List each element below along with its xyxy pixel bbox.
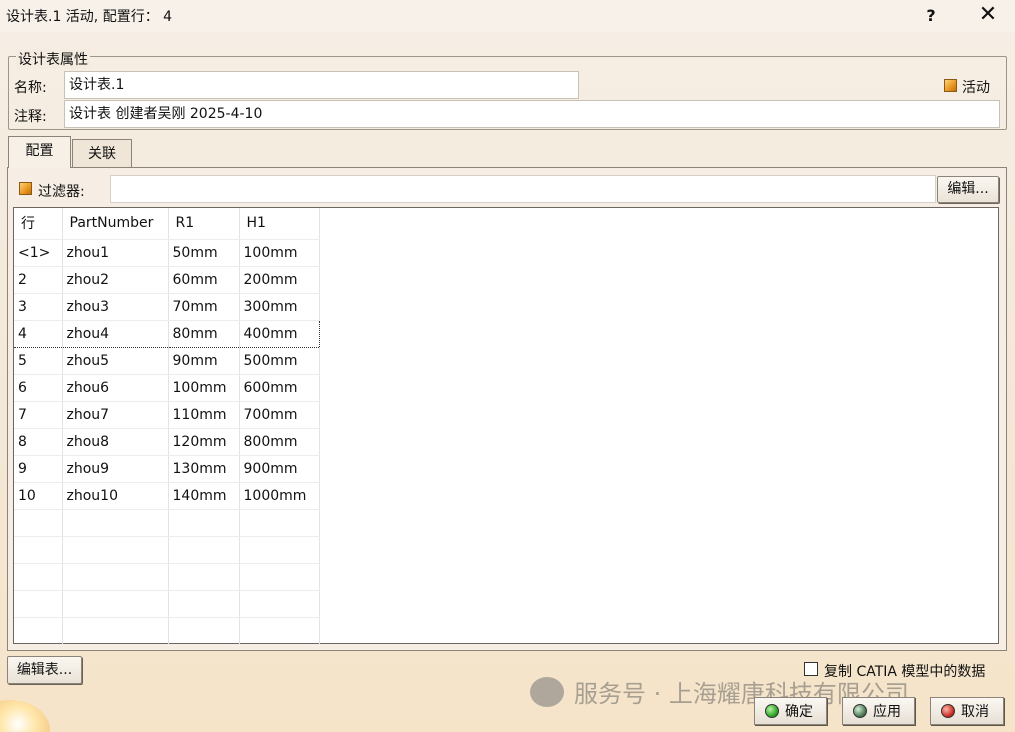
column-header-h1[interactable]: H1 [239, 208, 320, 240]
column-header-r1[interactable]: R1 [168, 208, 240, 240]
partnumber-cell: zhou4 [62, 319, 169, 348]
r1-cell: 140mm [168, 482, 240, 510]
filter-label: 过滤器: [38, 184, 85, 200]
active-label: 活动 [962, 80, 990, 96]
active-checkbox[interactable] [944, 79, 957, 92]
row-number-cell: 6 [14, 374, 63, 402]
table-row[interactable]: 8 zhou8 120mm 800mm [14, 428, 320, 456]
h1-cell: 900mm [239, 455, 320, 483]
table-row[interactable]: 2 zhou2 60mm 200mm [14, 266, 320, 294]
empty-row [14, 509, 320, 537]
row-number-cell: 9 [14, 455, 63, 483]
r1-cell: 90mm [168, 347, 240, 375]
row-number-cell: 4 [14, 319, 63, 348]
config-table[interactable]: 行 PartNumber R1 H1 <1> zhou1 50mm 100mm … [13, 207, 999, 644]
empty-row [14, 536, 320, 564]
ok-button[interactable]: 确定 [754, 697, 827, 725]
row-number-cell: 2 [14, 266, 63, 294]
empty-row [14, 617, 320, 644]
apply-icon [853, 704, 867, 718]
name-field[interactable]: 设计表.1 [64, 71, 579, 99]
h1-cell: 100mm [239, 239, 320, 267]
h1-cell: 600mm [239, 374, 320, 402]
partnumber-cell: zhou9 [62, 455, 169, 483]
help-icon[interactable]: ? [918, 3, 944, 29]
h1-cell: 200mm [239, 266, 320, 294]
ok-label: 确定 [785, 704, 813, 720]
h1-cell: 300mm [239, 293, 320, 321]
partnumber-cell: zhou1 [62, 239, 169, 267]
table-row[interactable]: 9 zhou9 130mm 900mm [14, 455, 320, 483]
wechat-icon [530, 676, 564, 707]
table-row[interactable]: <1> zhou1 50mm 100mm [14, 239, 320, 267]
tab-relations[interactable]: 关联 [72, 139, 132, 169]
h1-cell: 700mm [239, 401, 320, 429]
partnumber-cell: zhou8 [62, 428, 169, 456]
filter-input[interactable] [110, 175, 936, 203]
table-row[interactable]: 3 zhou3 70mm 300mm [14, 293, 320, 321]
partnumber-cell: zhou2 [62, 266, 169, 294]
table-header-row: 行 PartNumber R1 H1 [14, 208, 320, 240]
empty-row [14, 563, 320, 591]
r1-cell: 130mm [168, 455, 240, 483]
r1-cell: 60mm [168, 266, 240, 294]
empty-row [14, 590, 320, 618]
r1-cell: 50mm [168, 239, 240, 267]
row-number-cell: 7 [14, 401, 63, 429]
table-row[interactable]: 10 zhou10 140mm 1000mm [14, 482, 320, 510]
partnumber-cell: zhou6 [62, 374, 169, 402]
comment-label: 注释: [14, 109, 47, 125]
filter-checkbox[interactable] [19, 182, 32, 195]
corner-decoration [0, 700, 50, 732]
row-number-cell: 3 [14, 293, 63, 321]
tab-config[interactable]: 配置 [8, 136, 71, 168]
ok-icon [765, 704, 779, 718]
r1-cell: 100mm [168, 374, 240, 402]
r1-cell: 80mm [168, 319, 240, 348]
r1-cell: 110mm [168, 401, 240, 429]
cancel-icon [941, 704, 955, 718]
r1-cell: 70mm [168, 293, 240, 321]
row-number-cell: 5 [14, 347, 63, 375]
row-number-cell: <1> [14, 239, 63, 267]
h1-cell: 400mm [239, 319, 320, 348]
apply-button[interactable]: 应用 [842, 697, 915, 725]
partnumber-cell: zhou3 [62, 293, 169, 321]
table-row[interactable]: 5 zhou5 90mm 500mm [14, 347, 320, 375]
title-bar: 设计表.1 活动, 配置行： 4 ? ✕ [0, 0, 1015, 32]
close-icon[interactable]: ✕ [972, 3, 1004, 29]
comment-field[interactable]: 设计表 创建者吴刚 2025-4-10 [64, 100, 1000, 128]
apply-label: 应用 [873, 704, 901, 720]
table-row[interactable]: 6 zhou6 100mm 600mm [14, 374, 320, 402]
edit-table-button[interactable]: 编辑表... [7, 656, 82, 684]
row-number-cell: 10 [14, 482, 63, 510]
h1-cell: 500mm [239, 347, 320, 375]
name-label: 名称: [14, 80, 47, 96]
cancel-button[interactable]: 取消 [930, 697, 1004, 725]
r1-cell: 120mm [168, 428, 240, 456]
h1-cell: 1000mm [239, 482, 320, 510]
column-header-partnumber[interactable]: PartNumber [62, 208, 169, 240]
filter-edit-button[interactable]: 编辑... [937, 176, 999, 203]
cancel-label: 取消 [961, 704, 989, 720]
window-title: 设计表.1 活动, 配置行： 4 [6, 9, 173, 25]
column-header-row[interactable]: 行 [14, 208, 63, 240]
partnumber-cell: zhou5 [62, 347, 169, 375]
properties-legend: 设计表属性 [16, 49, 90, 69]
table-row-current[interactable]: 4 zhou4 80mm 400mm [14, 319, 320, 348]
table-row[interactable]: 7 zhou7 110mm 700mm [14, 401, 320, 429]
h1-cell: 800mm [239, 428, 320, 456]
partnumber-cell: zhou10 [62, 482, 169, 510]
row-number-cell: 8 [14, 428, 63, 456]
partnumber-cell: zhou7 [62, 401, 169, 429]
